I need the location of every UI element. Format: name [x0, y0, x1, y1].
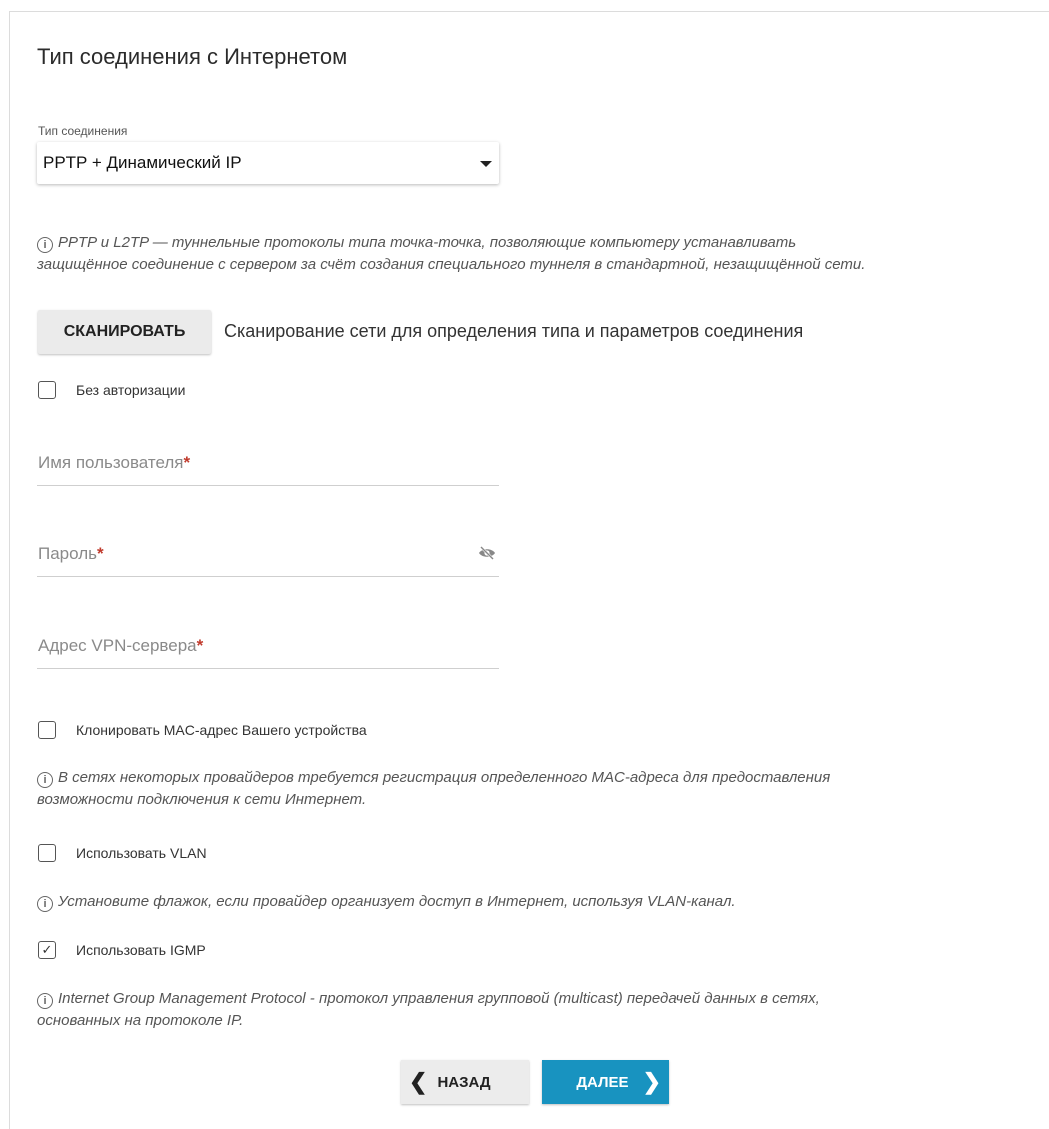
- chevron-left-icon: ❮: [409, 1069, 428, 1094]
- vlan-info-text: Установите флажок, если провайдер органи…: [58, 893, 736, 910]
- back-button-label: НАЗАД: [437, 1073, 491, 1091]
- igmp-info: i Internet Group Management Protocol - пр…: [37, 988, 1037, 1032]
- info-icon: i: [37, 896, 53, 912]
- info-icon: i: [37, 237, 53, 253]
- vpn-server-placeholder: Адрес VPN-сервера*: [38, 636, 204, 655]
- clone-mac-info-line2: возможности подключения к сети Интернет.: [37, 791, 367, 808]
- password-field[interactable]: Пароль*: [37, 536, 499, 577]
- vlan-checkbox[interactable]: [38, 844, 56, 862]
- info-icon: i: [37, 772, 53, 788]
- connection-type-value: PPTP + Динамический IP: [43, 153, 242, 172]
- username-field[interactable]: Имя пользователя*: [37, 445, 499, 486]
- vlan-info: i Установите флажок, если провайдер орган…: [37, 891, 1037, 913]
- igmp-info-line2: основанных на протоколе IP.: [37, 1012, 244, 1029]
- clone-mac-checkbox[interactable]: [38, 721, 56, 739]
- page-title: Тип соединения с Интернетом: [37, 44, 348, 69]
- igmp-label: Использовать IGMP: [76, 942, 206, 958]
- no-auth-label: Без авторизации: [76, 382, 186, 398]
- no-auth-checkbox-row[interactable]: Без авторизации: [38, 381, 185, 399]
- dropdown-caret-icon: [480, 161, 492, 167]
- pptp-info-line1: PPTP и L2TP — туннельные протоколы типа …: [58, 234, 797, 251]
- check-icon: ✓: [41, 942, 53, 957]
- clone-mac-info: i В сетях некоторых провайдеров требуется…: [37, 767, 1037, 811]
- clone-mac-label: Клонировать MAC-адрес Вашего устройства: [76, 722, 367, 738]
- igmp-info-line1: Internet Group Management Protocol - про…: [58, 990, 820, 1007]
- scan-description: Сканирование сети для определения типа и…: [224, 321, 804, 341]
- vlan-label: Использовать VLAN: [76, 845, 207, 861]
- next-button-label: ДАЛЕЕ: [576, 1073, 629, 1091]
- connection-type-select[interactable]: PPTP + Динамический IP: [37, 142, 499, 184]
- clone-mac-info-line1: В сетях некоторых провайдеров требуется …: [58, 769, 831, 786]
- scan-button[interactable]: СКАНИРОВАТЬ: [38, 310, 211, 354]
- username-placeholder: Имя пользователя*: [38, 453, 191, 472]
- igmp-checkbox-row[interactable]: ✓ Использовать IGMP: [38, 941, 206, 959]
- next-button[interactable]: ДАЛЕЕ ❯: [542, 1060, 669, 1104]
- connection-type-label: Тип соединения: [38, 124, 128, 138]
- password-placeholder: Пароль*: [38, 544, 104, 563]
- no-auth-checkbox[interactable]: [38, 381, 56, 399]
- back-button[interactable]: ❮ НАЗАД: [401, 1060, 529, 1104]
- vlan-checkbox-row[interactable]: Использовать VLAN: [38, 844, 207, 862]
- pptp-info-line2: защищённое соединение с сервером за счёт…: [37, 256, 866, 273]
- clone-mac-checkbox-row[interactable]: Клонировать MAC-адрес Вашего устройства: [38, 721, 367, 739]
- vpn-server-field[interactable]: Адрес VPN-сервера*: [37, 628, 499, 669]
- chevron-right-icon: ❯: [642, 1069, 661, 1094]
- pptp-info: i PPTP и L2TP — туннельные протоколы типа…: [37, 232, 1037, 276]
- eye-off-icon[interactable]: [478, 546, 496, 560]
- info-icon: i: [37, 993, 53, 1009]
- igmp-checkbox[interactable]: ✓: [38, 941, 56, 959]
